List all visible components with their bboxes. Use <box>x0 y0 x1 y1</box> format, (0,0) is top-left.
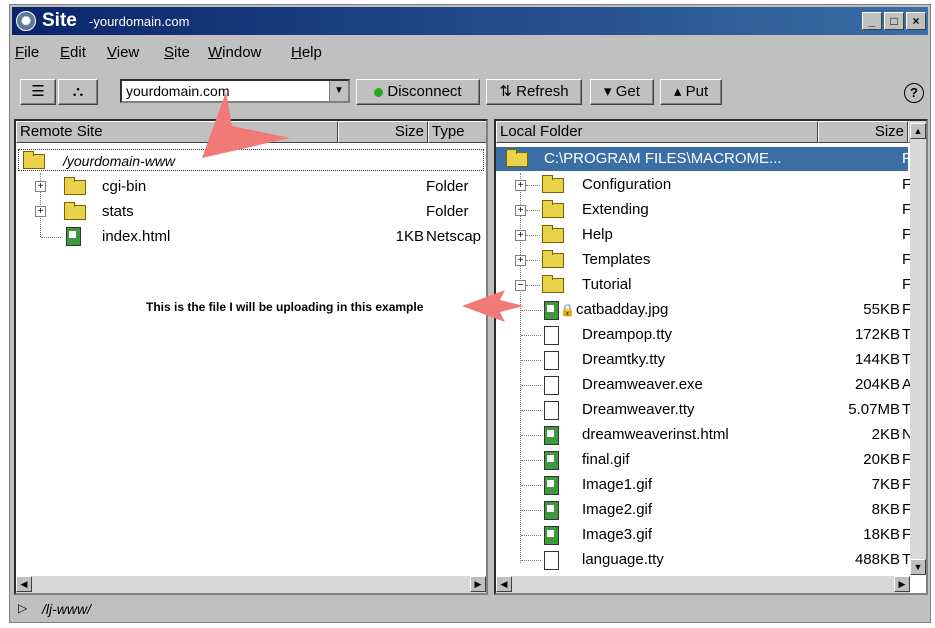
annotation-arrow-2 <box>462 290 524 322</box>
annotation-text: This is the file I will be uploading in … <box>146 300 424 314</box>
annotation-arrow-1 <box>202 92 290 158</box>
annotation-overlay <box>202 92 524 322</box>
